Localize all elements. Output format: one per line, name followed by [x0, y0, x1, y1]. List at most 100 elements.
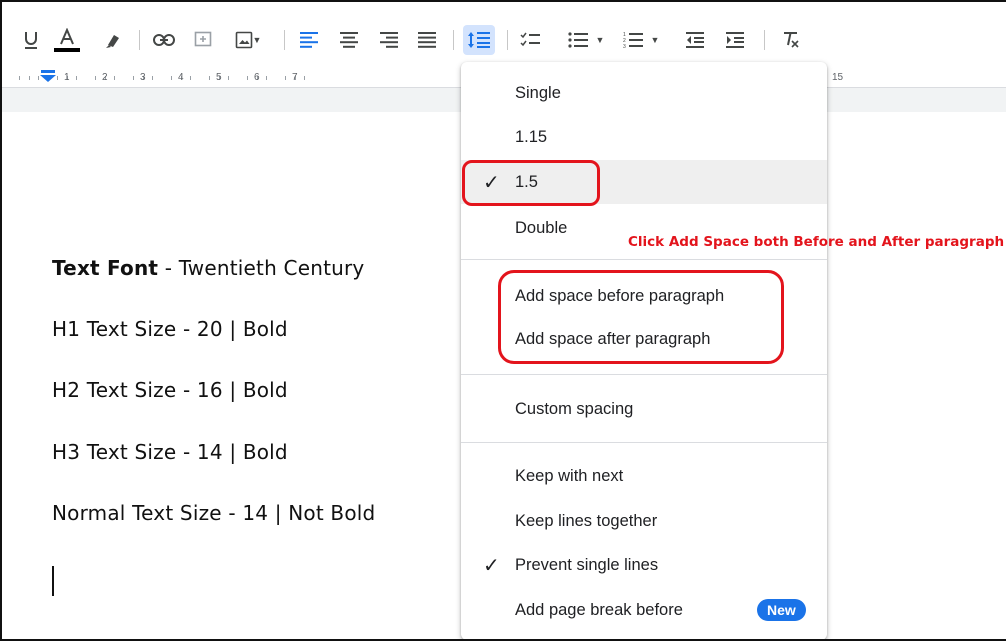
- menu-item-label: 1.15: [515, 127, 548, 146]
- ruler-tick: [209, 76, 210, 80]
- align-left-icon: [300, 32, 318, 48]
- document-line-text: Normal Text Size - 14 | Not Bold: [52, 501, 376, 525]
- menu-item-label: Keep lines together: [515, 511, 658, 530]
- chevron-down-icon: ▼: [252, 35, 262, 45]
- ruler-number: 6: [254, 72, 260, 83]
- ruler-number: 4: [178, 72, 184, 83]
- ruler-number: 3: [140, 72, 146, 83]
- ruler-number: 1: [64, 72, 70, 83]
- image-icon: [235, 31, 252, 49]
- text-cursor: [52, 566, 54, 596]
- highlight-box-add-space: [498, 270, 784, 364]
- increase-indent-icon: [726, 32, 744, 48]
- ruler-tick: [304, 76, 305, 80]
- document-line-bold: Text Font: [52, 256, 159, 280]
- justify-button[interactable]: [414, 28, 440, 52]
- toolbar-divider: [139, 30, 140, 50]
- increase-indent-button[interactable]: [722, 28, 748, 52]
- line-spacing-button[interactable]: [463, 25, 495, 55]
- document-line: H3 Text Size - 14 | Bold: [52, 440, 288, 464]
- highlight-box-1-5: [462, 160, 600, 206]
- menu-divider: [461, 374, 827, 375]
- menu-divider: [461, 442, 827, 443]
- clear-formatting-button[interactable]: [778, 28, 804, 52]
- menu-item-label: Keep with next: [515, 466, 624, 485]
- underline-icon: [25, 32, 37, 49]
- underline-button[interactable]: [20, 28, 42, 52]
- ruler-tick: [19, 76, 20, 80]
- ruler-number: 2: [102, 72, 108, 83]
- new-badge: New: [757, 599, 806, 621]
- insert-link-button[interactable]: [151, 28, 177, 52]
- ruler-tick: [29, 76, 30, 80]
- text-color-icon: [54, 28, 80, 52]
- menu-item-label: Prevent single lines: [515, 555, 659, 574]
- link-icon: [153, 34, 175, 46]
- toolbar-divider: [507, 30, 508, 50]
- checklist-button[interactable]: [517, 28, 543, 52]
- ruler-tick: [247, 76, 248, 80]
- menu-item-label: Double: [515, 218, 568, 237]
- menu-item-label: Add page break before: [515, 600, 683, 619]
- checkmark-icon: ✓: [483, 555, 500, 577]
- add-comment-button[interactable]: [192, 28, 214, 52]
- text-color-button[interactable]: [54, 28, 80, 52]
- line-spacing-icon: [468, 32, 490, 48]
- document-line-text: H1 Text Size - 20 | Bold: [52, 317, 288, 341]
- ruler-tick: [228, 76, 229, 80]
- ruler-tick: [190, 76, 191, 80]
- bulleted-list-button[interactable]: ▼: [562, 28, 610, 52]
- comment-icon: [194, 31, 212, 47]
- ruler-tick: [95, 76, 96, 80]
- screenshot-frame: ▼ ▼ 1 2 3 ▼ 1 2 3 4 5 6 7 15 Text Font -…: [0, 0, 1006, 641]
- menu-item-keep-with-next[interactable]: Keep with next: [461, 454, 827, 498]
- menu-item-label: Custom spacing: [515, 399, 634, 418]
- ruler-tick: [57, 76, 58, 80]
- numbered-list-icon: 1 2 3: [623, 32, 643, 49]
- menu-item-prevent-single-lines[interactable]: ✓ Prevent single lines: [461, 543, 827, 587]
- ruler-number: 5: [216, 72, 222, 83]
- bulleted-list-icon: [567, 32, 588, 48]
- indent-marker-icon[interactable]: [40, 70, 56, 82]
- align-left-button[interactable]: [296, 28, 322, 52]
- ruler-tick: [133, 76, 134, 80]
- decrease-indent-button[interactable]: [682, 28, 708, 52]
- menu-item-single[interactable]: Single: [461, 71, 827, 115]
- document-line-text: H3 Text Size - 14 | Bold: [52, 440, 288, 464]
- highlight-button[interactable]: [102, 28, 124, 52]
- chevron-down-icon: ▼: [595, 35, 605, 45]
- formatting-toolbar: ▼ ▼ 1 2 3 ▼: [2, 2, 1006, 66]
- document-line-text: H2 Text Size - 16 | Bold: [52, 378, 288, 402]
- menu-item-label: Single: [515, 83, 561, 102]
- insert-image-button[interactable]: ▼: [228, 28, 268, 52]
- svg-text:3: 3: [623, 44, 626, 49]
- align-center-icon: [340, 32, 358, 48]
- justify-icon: [418, 32, 436, 48]
- ruler-tick: [266, 76, 267, 80]
- ruler-tick: [76, 76, 77, 80]
- highlight-icon: [106, 35, 119, 48]
- document-line-text: - Twentieth Century: [158, 256, 365, 280]
- ruler-tick: [152, 76, 153, 80]
- toolbar-divider: [764, 30, 765, 50]
- numbered-list-button[interactable]: 1 2 3 ▼: [615, 28, 667, 52]
- align-right-icon: [380, 32, 398, 48]
- toolbar-divider: [453, 30, 454, 50]
- menu-divider: [461, 259, 827, 260]
- chevron-down-icon: ▼: [650, 35, 660, 45]
- menu-item-1-15[interactable]: 1.15: [461, 115, 827, 159]
- menu-item-custom-spacing[interactable]: Custom spacing: [461, 387, 827, 431]
- menu-item-add-page-break-before[interactable]: Add page break before New: [461, 588, 827, 632]
- ruler-tick: [285, 76, 286, 80]
- ruler-number: 7: [292, 72, 298, 83]
- ruler-tick: [171, 76, 172, 80]
- align-right-button[interactable]: [376, 28, 402, 52]
- document-line: Text Font - Twentieth Century: [52, 256, 364, 280]
- document-line: H1 Text Size - 20 | Bold: [52, 317, 288, 341]
- decrease-indent-icon: [686, 32, 704, 48]
- menu-item-keep-lines-together[interactable]: Keep lines together: [461, 499, 827, 543]
- ruler-tick: [114, 76, 115, 80]
- ruler-number: 15: [832, 72, 844, 83]
- checklist-icon: [520, 32, 540, 47]
- align-center-button[interactable]: [336, 28, 362, 52]
